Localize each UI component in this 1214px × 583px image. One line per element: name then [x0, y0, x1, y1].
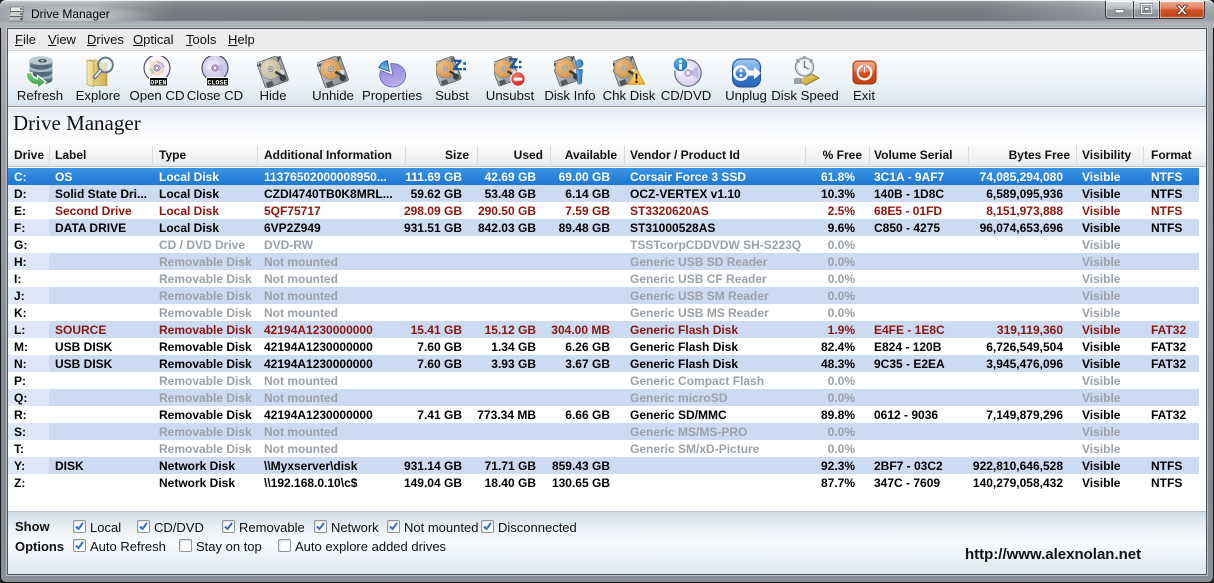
svg-text:Z:: Z:	[453, 57, 467, 74]
svg-text:Z:: Z:	[510, 56, 523, 71]
svg-text:OPEN: OPEN	[150, 79, 166, 86]
svg-text:CLOSE: CLOSE	[207, 79, 227, 86]
